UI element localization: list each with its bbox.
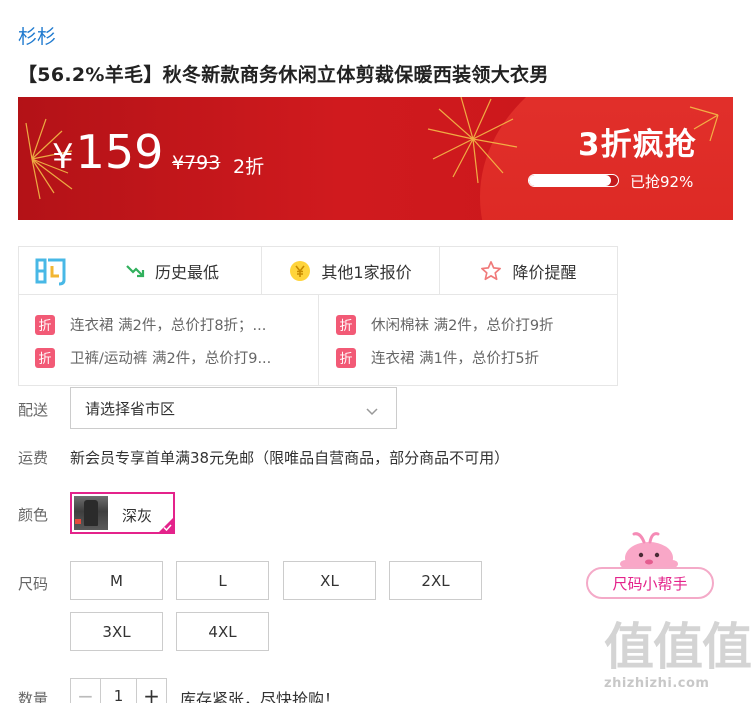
size-option-xl[interactable]: XL bbox=[283, 561, 376, 600]
stock-note: 库存紧张，尽快抢购！ bbox=[180, 690, 341, 703]
color-option-label: 深灰 bbox=[122, 507, 153, 525]
trend-down-icon bbox=[125, 263, 145, 279]
shipping-label: 运费 bbox=[18, 449, 49, 467]
color-thumbnail bbox=[74, 496, 108, 530]
size-option-3xl[interactable]: 3XL bbox=[70, 612, 163, 651]
yen-coin-icon bbox=[289, 260, 311, 282]
chevron-down-icon bbox=[366, 402, 378, 420]
discount-tag-icon: 折 bbox=[35, 314, 55, 335]
watermark-logo: 值值值 zhizhizhi.com bbox=[604, 618, 752, 694]
size-option-2xl[interactable]: 2XL bbox=[389, 561, 482, 600]
gou-logo-icon bbox=[19, 247, 83, 294]
promo-item[interactable]: 折 连衣裙 满2件，总价打8折；... bbox=[35, 314, 266, 335]
price-value: 159 bbox=[75, 125, 164, 179]
promo-item[interactable]: 折 连衣裙 满1件，总价打5折 bbox=[336, 347, 539, 368]
watermark-text: 值值值 bbox=[604, 618, 752, 676]
quantity-stepper: − 1 + bbox=[70, 678, 167, 703]
other-quotes-label: 其他1家报价 bbox=[321, 262, 412, 282]
promotion-panel: 历史最低 其他1家报价 降价提醒 折 连衣裙 满2件，总价打8折；... 折 卫… bbox=[18, 246, 618, 386]
size-label: 尺码 bbox=[18, 575, 49, 593]
discount-tag-icon: 折 bbox=[336, 314, 356, 335]
original-price: ¥793 bbox=[172, 152, 221, 174]
color-option-selected[interactable]: 深灰 bbox=[70, 492, 175, 534]
discount-tag-icon: 折 bbox=[336, 347, 356, 368]
mascot-icon bbox=[620, 532, 678, 572]
sale-title: 3折疯抢 bbox=[578, 127, 697, 163]
history-low-button[interactable]: 历史最低 bbox=[83, 247, 261, 294]
promo-divider bbox=[318, 295, 319, 385]
history-low-label: 历史最低 bbox=[154, 262, 219, 282]
quantity-label: 数量 bbox=[18, 690, 49, 703]
currency-symbol: ¥ bbox=[52, 137, 74, 177]
sold-progress-text: 已抢92% bbox=[630, 173, 694, 191]
promo-item-text: 休闲棉袜 满2件，总价打9折 bbox=[371, 318, 554, 334]
promo-item-text: 卫裤/运动裤 满2件，总价打9... bbox=[70, 351, 272, 367]
promo-item[interactable]: 折 休闲棉袜 满2件，总价打9折 bbox=[336, 314, 554, 335]
quantity-increase-button[interactable]: + bbox=[136, 679, 166, 703]
region-select[interactable]: 请选择省市区 bbox=[70, 387, 397, 429]
sold-progress-bar bbox=[528, 174, 619, 187]
region-select-placeholder: 请选择省市区 bbox=[85, 399, 176, 418]
price-alert-button[interactable]: 降价提醒 bbox=[439, 247, 617, 294]
size-option-l[interactable]: L bbox=[176, 561, 269, 600]
current-price: ¥159 bbox=[52, 129, 163, 175]
brand-link[interactable]: 杉杉 bbox=[18, 22, 56, 49]
size-option-m[interactable]: M bbox=[70, 561, 163, 600]
price-alert-label: 降价提醒 bbox=[512, 262, 577, 282]
delivery-label: 配送 bbox=[18, 401, 49, 419]
quantity-value[interactable]: 1 bbox=[101, 679, 136, 703]
discount-tag-icon: 折 bbox=[35, 347, 55, 368]
promo-action-bar: 历史最低 其他1家报价 降价提醒 bbox=[19, 247, 617, 295]
size-helper-label: 尺码小帮手 bbox=[586, 567, 714, 599]
product-title: 【56.2%羊毛】秋冬新款商务休闲立体剪裁保暖西装领大衣男 bbox=[18, 64, 549, 86]
size-option-4xl[interactable]: 4XL bbox=[176, 612, 269, 651]
promo-item[interactable]: 折 卫裤/运动裤 满2件，总价打9... bbox=[35, 347, 271, 368]
discount-label: 2折 bbox=[233, 156, 265, 178]
shipping-info: 新会员专享首单满38元免邮（限唯品自营商品，部分商品不可用） bbox=[70, 449, 510, 467]
star-outline-icon bbox=[480, 260, 502, 282]
sold-progress-fill bbox=[529, 175, 611, 186]
other-quotes-button[interactable]: 其他1家报价 bbox=[261, 247, 439, 294]
watermark-site: zhizhizhi.com bbox=[604, 676, 710, 691]
promo-item-text: 连衣裙 满2件，总价打8折；... bbox=[70, 318, 267, 334]
quantity-decrease-button[interactable]: − bbox=[71, 679, 101, 703]
promo-item-text: 连衣裙 满1件，总价打5折 bbox=[371, 351, 540, 367]
flash-sale-banner: ¥159 ¥793 2折 3折疯抢 已抢92% bbox=[18, 97, 733, 220]
check-icon bbox=[163, 524, 172, 531]
color-label: 颜色 bbox=[18, 506, 49, 524]
size-helper-button[interactable]: 尺码小帮手 bbox=[586, 530, 714, 600]
